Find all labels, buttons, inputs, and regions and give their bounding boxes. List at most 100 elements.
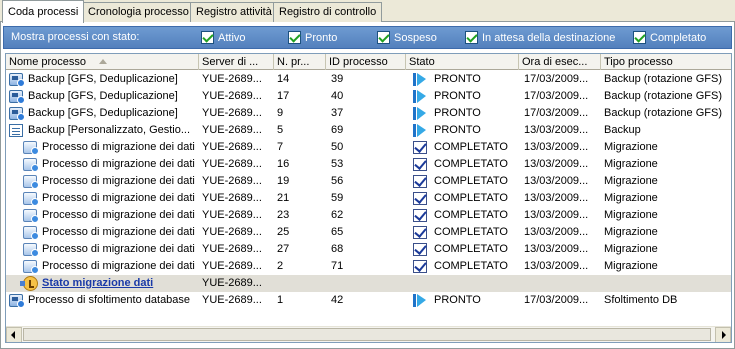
scrollbar-thumb[interactable] [23,328,711,341]
tab-registro-di-controllo[interactable]: Registro di controllo [273,2,383,22]
process-name-text: Processo di migrazione dei dati [42,260,195,272]
process-name-text: Backup [Personalizzato, Gestio... [28,124,191,136]
cell-process-number: 16 [277,158,290,170]
cell-process-number: 2 [277,260,284,272]
cell-process-number: 27 [277,243,290,255]
cell-execution-time: 13/03/2009... [524,192,589,204]
table-row[interactable]: Processo di migrazione dei dati YUE-2689.… [6,224,731,241]
table-row[interactable]: Backup [GFS, Deduplicazione] YUE-2689... 1… [6,71,731,88]
cell-process-name: Stato migrazione dati [6,275,196,292]
checkbox-check-icon [377,31,390,44]
table-row[interactable]: Processo di migrazione dei dati YUE-2689.… [6,173,731,190]
cell-status: PRONTO [409,292,519,309]
filter-completato-checkbox[interactable]: Completato [633,31,706,44]
completed-icon [413,226,427,239]
process-name-text: Backup [GFS, Deduplicazione] [28,107,178,119]
cell-process-type: Migrazione [604,226,658,238]
table-row[interactable]: Backup [Personalizzato, Gestio... YUE-268… [6,122,731,139]
process-name-text: Backup [GFS, Deduplicazione] [28,73,178,85]
cell-status: PRONTO [409,88,519,105]
cell-process-id: 42 [331,294,344,306]
status-text: PRONTO [434,124,481,136]
tab-cronologia-processo[interactable]: Cronologia processo [82,2,195,22]
status-text: PRONTO [434,73,481,85]
process-name-text: Processo di migrazione dei dati [42,226,195,238]
cell-process-type: Migrazione [604,192,658,204]
column-header-nome-processo[interactable]: Nome processo [6,54,199,70]
cell-process-name: Processo di migrazione dei dati [6,241,196,258]
cell-process-name: Processo di migrazione dei dati [6,173,196,190]
cell-status: COMPLETATO [409,224,519,241]
table-row[interactable]: Backup [GFS, Deduplicazione] YUE-2689... 1… [6,88,731,105]
cell-process-number [277,275,322,292]
cell-process-id [331,275,406,292]
cell-execution-time: 13/03/2009... [524,226,589,238]
column-header-n-processo[interactable]: N. pr... [274,54,326,70]
migration-icon [23,175,39,189]
table-row[interactable]: Processo di migrazione dei dati YUE-2689.… [6,190,731,207]
cell-process-name: Processo di migrazione dei dati [6,207,196,224]
cell-server: YUE-2689... [202,175,262,187]
process-name-text: Processo di migrazione dei dati [42,158,195,170]
cell-process-number: 9 [277,107,284,119]
cell-process-number: 25 [277,226,290,238]
table-row[interactable]: Processo di migrazione dei dati YUE-2689.… [6,156,731,173]
cell-execution-time: 17/03/2009... [524,90,589,102]
filter-in-attesa-checkbox[interactable]: In attesa della destinazione [465,31,615,44]
completed-icon [413,260,427,273]
cell-process-type: Backup [604,124,641,136]
cell-server: YUE-2689... [202,209,262,221]
cell-process-type: Migrazione [604,243,658,255]
cell-process-number: 19 [277,175,290,187]
cell-execution-time: 13/03/2009... [524,175,589,187]
table-row[interactable]: Processo di migrazione dei dati YUE-2689.… [6,241,731,258]
column-header-tipo-processo[interactable]: Tipo processo [601,54,731,70]
filter-attivo-checkbox[interactable]: Attivo [201,31,246,44]
cell-server: YUE-2689... [202,260,262,272]
cell-process-type: Backup (rotazione GFS) [604,90,722,102]
cell-process-number: 1 [277,294,284,306]
tab-coda-processi[interactable]: Coda processi [2,0,85,23]
completed-icon [413,158,427,171]
scroll-left-icon[interactable] [6,327,22,342]
cell-server: YUE-2689... [202,158,262,170]
table-row[interactable]: Backup [GFS, Deduplicazione] YUE-2689... 9… [6,105,731,122]
cell-process-id: 65 [331,226,344,238]
process-name-text: Processo di migrazione dei dati [42,209,195,221]
tab-registro-attivita[interactable]: Registro attività [190,2,278,22]
table-row[interactable]: Processo di migrazione dei dati YUE-2689.… [6,207,731,224]
completed-icon [413,192,427,205]
filter-pronto-checkbox[interactable]: Pronto [288,31,337,44]
cell-process-name: Backup [GFS, Deduplicazione] [6,88,196,105]
cell-process-id: 62 [331,209,344,221]
table-header: Nome processo Server di ... N. pr... ID … [6,54,731,70]
process-icon [9,73,25,87]
table-row[interactable]: Stato migrazione dati YUE-2689... [6,275,731,292]
cell-server: YUE-2689... [202,90,262,102]
ready-icon [413,124,427,137]
cell-server: YUE-2689... [202,141,262,153]
cell-process-name: Processo di sfoltimento database [6,292,196,309]
column-header-stato[interactable]: Stato [406,54,519,70]
filter-sospeso-checkbox[interactable]: Sospeso [377,31,437,44]
column-header-label: Nome processo [9,56,87,68]
table-row[interactable]: Processo di sfoltimento database YUE-2689… [6,292,731,309]
migration-icon [23,209,39,223]
migration-icon [23,158,39,172]
column-header-ora-esecuzione[interactable]: Ora di esec... [519,54,601,70]
column-header-server[interactable]: Server di ... [199,54,274,70]
cell-process-type: Migrazione [604,209,658,221]
table-row[interactable]: Processo di migrazione dei dati YUE-2689.… [6,139,731,156]
scroll-right-icon[interactable] [715,327,731,342]
table-row[interactable]: Processo di migrazione dei dati YUE-2689.… [6,258,731,275]
horizontal-scrollbar[interactable] [6,326,731,342]
cell-status: PRONTO [409,71,519,88]
process-name-text[interactable]: Stato migrazione dati [42,275,153,292]
cell-process-number: 5 [277,124,284,136]
status-text: COMPLETATO [434,226,508,238]
cell-process-name: Processo di migrazione dei dati [6,224,196,241]
cell-status: COMPLETATO [409,156,519,173]
column-header-id-processo[interactable]: ID processo [326,54,406,70]
filter-option-label: Attivo [218,31,246,44]
cell-process-type: Migrazione [604,141,658,153]
